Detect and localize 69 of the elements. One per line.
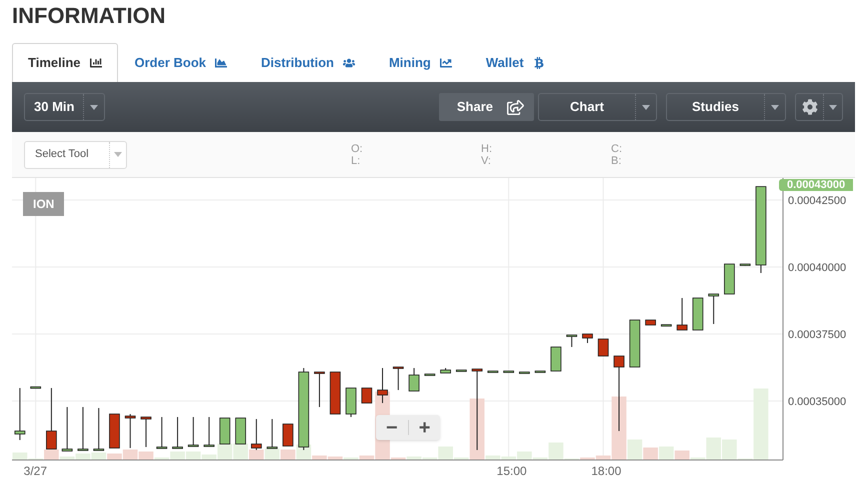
ohlc-label: H: — [481, 142, 493, 154]
candlestick — [266, 418, 278, 449]
candlestick — [46, 388, 57, 450]
settings-icon — [802, 99, 818, 115]
candlestick — [377, 368, 388, 404]
symbol-label: ION — [23, 192, 64, 216]
candlestick — [250, 418, 262, 451]
candlestick — [172, 416, 183, 449]
caret-icon — [771, 104, 779, 110]
candlestick — [204, 416, 214, 447]
candlestick — [614, 356, 624, 432]
candlestick — [472, 368, 483, 451]
tab-icon — [532, 57, 545, 69]
price-axis-label: 0.00035000 — [788, 397, 846, 408]
tab[interactable]: Mining — [372, 44, 469, 82]
candlestick — [582, 334, 593, 344]
price-axis-label: 0.00042500 — [788, 196, 846, 207]
zoom-in-button[interactable]: + — [408, 418, 440, 438]
candlestick — [361, 388, 372, 404]
tab-icon — [440, 57, 452, 69]
candlestick — [188, 416, 199, 447]
candlestick — [708, 294, 720, 325]
candlestick — [408, 368, 420, 392]
candlestick — [282, 424, 294, 446]
tab-icon — [90, 57, 102, 69]
candlestick — [566, 334, 578, 348]
share-icon — [507, 100, 524, 114]
tab-icon — [215, 57, 228, 69]
candlestick — [124, 414, 136, 449]
ohlc-label: C: — [611, 142, 623, 154]
zoom-out-button[interactable]: − — [376, 418, 408, 438]
candlestick — [140, 416, 152, 448]
volume-bar — [264, 448, 280, 460]
candlestick — [676, 298, 688, 331]
caret-icon — [642, 104, 650, 110]
chart-type-dropdown[interactable]: Chart — [538, 93, 657, 121]
time-axis-label: 18:00 — [591, 465, 622, 477]
price-axis-label: 0.00040000 — [788, 262, 846, 274]
candlestick — [78, 406, 88, 451]
price-axis-label: 0.00037500 — [788, 330, 846, 341]
candlestick — [156, 416, 168, 449]
caret-icon — [829, 104, 837, 110]
interval-dropdown[interactable]: 30 Min — [24, 93, 106, 121]
candlestick — [93, 408, 104, 451]
ohlc-label: V: — [481, 154, 492, 166]
studies-dropdown[interactable]: Studies — [666, 93, 786, 121]
settings-dropdown[interactable] — [795, 93, 843, 121]
select-tool-dropdown[interactable]: Select Tool — [24, 140, 127, 168]
page-title: INFORMATION — [11, 2, 167, 29]
time-axis-label: 3/27 — [24, 465, 47, 477]
select-tool-input[interactable]: Select Tool — [25, 146, 109, 163]
candlestick — [392, 366, 404, 391]
caret-icon — [114, 152, 122, 157]
tab[interactable]: Distribution — [244, 44, 372, 82]
candlestick — [598, 338, 609, 356]
tab-icon — [342, 57, 355, 69]
last-price-tag: 0.00043000 — [779, 179, 854, 191]
ohlc-label: O: — [351, 142, 364, 154]
candlestick — [62, 406, 73, 452]
tab[interactable]: Wallet — [468, 44, 562, 82]
ohlc-label: L: — [351, 154, 362, 166]
time-axis-label: 15:00 — [496, 465, 527, 477]
candlestick — [314, 372, 325, 408]
ohlc-label: B: — [611, 154, 622, 166]
share-button[interactable]: Share — [439, 93, 534, 121]
tab[interactable]: Order Book — [118, 44, 244, 82]
tab[interactable]: Timeline — [12, 43, 118, 82]
caret-icon — [90, 104, 98, 110]
candlestick — [14, 388, 26, 441]
